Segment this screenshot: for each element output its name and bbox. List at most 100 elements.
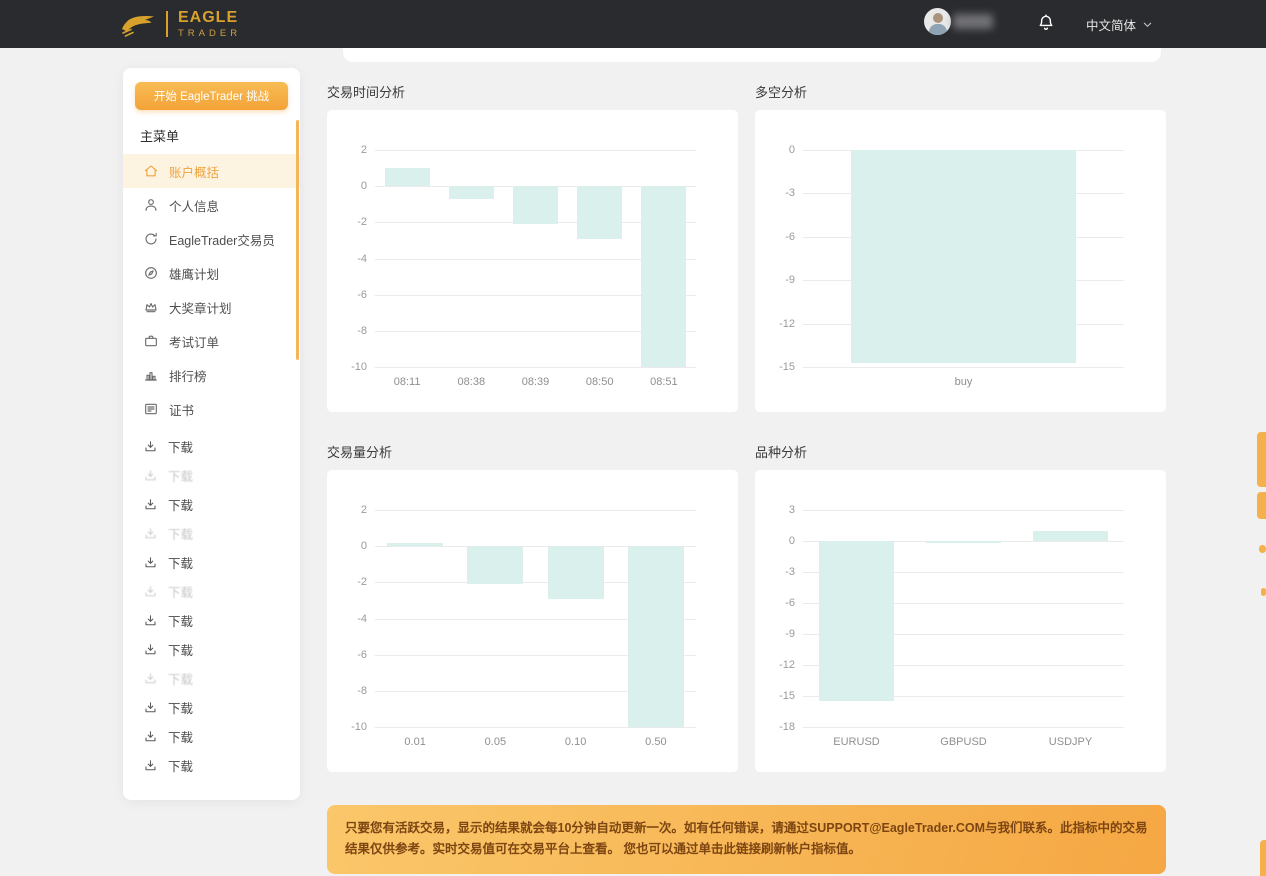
y-tick-label: -4: [333, 253, 367, 265]
download-icon: [143, 729, 158, 744]
sidebar-downloads: 下载下载下载下载下载下载下载下载下载下载下载下载: [123, 432, 300, 780]
y-tick-label: 3: [761, 504, 795, 516]
gridline: [375, 150, 696, 151]
download-icon: [143, 642, 158, 657]
download-item-label: 下载: [168, 727, 193, 746]
x-tick-label: 08:51: [650, 376, 678, 388]
sidebar: 开始 EagleTrader 挑战 主菜单 账户概括个人信息EagleTrade…: [123, 68, 300, 800]
sidebar-download-item[interactable]: 下载: [123, 664, 300, 693]
x-tick-label: 08:38: [458, 376, 486, 388]
download-item-label: 下载: [168, 611, 193, 630]
y-tick-label: -12: [761, 318, 795, 330]
sidebar-item-user[interactable]: 个人信息: [123, 188, 300, 222]
x-tick-label: GBPUSD: [940, 736, 986, 748]
bar[interactable]: [628, 546, 684, 727]
y-tick-label: 0: [333, 540, 367, 552]
download-icon: [143, 758, 158, 773]
sidebar-item-label: 大奖章计划: [169, 298, 232, 317]
compass-icon: [143, 265, 159, 281]
sidebar-download-item[interactable]: 下载: [123, 693, 300, 722]
y-tick-label: -6: [333, 289, 367, 301]
brand-logo[interactable]: EAGLE TRADER: [120, 0, 241, 48]
sidebar-item-label: EagleTrader交易员: [169, 230, 275, 249]
sidebar-download-item[interactable]: 下载: [123, 577, 300, 606]
y-tick-label: -6: [761, 597, 795, 609]
y-tick-label: -8: [333, 685, 367, 697]
sidebar-item-compass[interactable]: 雄鹰计划: [123, 256, 300, 290]
y-tick-label: 0: [761, 144, 795, 156]
sidebar-download-item[interactable]: 下载: [123, 490, 300, 519]
sidebar-download-item[interactable]: 下载: [123, 519, 300, 548]
sidebar-item-label: 证书: [169, 400, 194, 419]
crown-icon: [143, 299, 159, 315]
sidebar-download-item[interactable]: 下载: [123, 432, 300, 461]
sidebar-item-briefcase[interactable]: 考试订单: [123, 324, 300, 358]
sidebar-download-item[interactable]: 下载: [123, 606, 300, 635]
bar[interactable]: [577, 186, 622, 238]
brand-name-top: EAGLE: [178, 10, 241, 26]
sidebar-download-item[interactable]: 下载: [123, 548, 300, 577]
avatar-silhouette-body: [929, 24, 947, 35]
x-tick-label: EURUSD: [833, 736, 879, 748]
sidebar-download-item[interactable]: 下载: [123, 751, 300, 780]
bar[interactable]: [449, 186, 494, 199]
y-tick-label: -10: [333, 361, 367, 373]
sidebar-item-refresh[interactable]: EagleTrader交易员: [123, 222, 300, 256]
user-icon: [143, 197, 159, 213]
y-tick-label: -15: [761, 361, 795, 373]
sidebar-download-item[interactable]: 下载: [123, 635, 300, 664]
bar[interactable]: [926, 541, 1001, 543]
sidebar-item-crown[interactable]: 大奖章计划: [123, 290, 300, 324]
chart-cell: 多空分析0-3-6-9-12-15buy: [755, 62, 1166, 412]
user-avatar[interactable]: [924, 8, 951, 35]
start-challenge-button[interactable]: 开始 EagleTrader 挑战: [135, 82, 288, 110]
x-tick-label: 08:50: [586, 376, 614, 388]
gridline: [803, 367, 1124, 368]
chart-cell: 交易量分析20-2-4-6-8-100.010.050.100.50: [327, 412, 738, 772]
bar[interactable]: [641, 186, 686, 367]
scrolled-card-remnant: [343, 48, 1161, 62]
download-icon: [143, 555, 158, 570]
bar[interactable]: [851, 150, 1076, 363]
bar[interactable]: [385, 168, 430, 186]
download-icon: [143, 526, 158, 541]
y-tick-label: -18: [761, 721, 795, 733]
home-icon: [143, 163, 159, 179]
sidebar-item-ranking[interactable]: 排行榜: [123, 358, 300, 392]
y-tick-label: -9: [761, 274, 795, 286]
notice-support-email[interactable]: SUPPORT@EagleTrader.COM: [809, 821, 985, 835]
certificate-icon: [143, 401, 159, 417]
sidebar-item-home[interactable]: 账户概括: [123, 154, 300, 188]
chart-row-2: 交易量分析20-2-4-6-8-100.010.050.100.50品种分析30…: [327, 412, 1166, 772]
download-item-label: 下载: [168, 698, 193, 717]
top-navbar: EAGLE TRADER 中文简体: [0, 0, 1266, 48]
chart-title: 品种分析: [755, 442, 1166, 458]
sidebar-item-label: 雄鹰计划: [169, 264, 219, 283]
x-tick-label: buy: [955, 376, 973, 388]
gridline: [803, 727, 1124, 728]
bar[interactable]: [1033, 531, 1108, 541]
y-tick-label: 2: [333, 504, 367, 516]
download-icon: [143, 671, 158, 686]
refresh-metrics-link[interactable]: 此链接: [723, 842, 761, 856]
update-notice-banner: 只要您有活跃交易，显示的结果就会每10分钟自动更新一次。如有任何错误，请通过SU…: [327, 805, 1166, 874]
refresh-icon: [143, 231, 159, 247]
floating-widget-fragment[interactable]: [1257, 492, 1266, 519]
x-tick-label: 08:39: [522, 376, 550, 388]
bar[interactable]: [548, 546, 604, 598]
y-tick-label: -6: [333, 649, 367, 661]
user-name-redacted[interactable]: [953, 14, 993, 29]
bar[interactable]: [387, 543, 443, 547]
floating-widget-fragment[interactable]: [1257, 432, 1266, 487]
bar[interactable]: [467, 546, 523, 584]
bar[interactable]: [513, 186, 558, 224]
sidebar-scrollbar-thumb[interactable]: [296, 120, 299, 360]
sidebar-download-item[interactable]: 下载: [123, 461, 300, 490]
bar[interactable]: [819, 541, 894, 701]
sidebar-download-item[interactable]: 下载: [123, 722, 300, 751]
sidebar-item-certificate[interactable]: 证书: [123, 392, 300, 426]
download-item-label: 下载: [168, 524, 193, 543]
notification-bell-icon[interactable]: [1036, 12, 1056, 34]
language-selector[interactable]: 中文简体: [1086, 0, 1153, 48]
floating-widget-fragment: [1259, 545, 1266, 553]
